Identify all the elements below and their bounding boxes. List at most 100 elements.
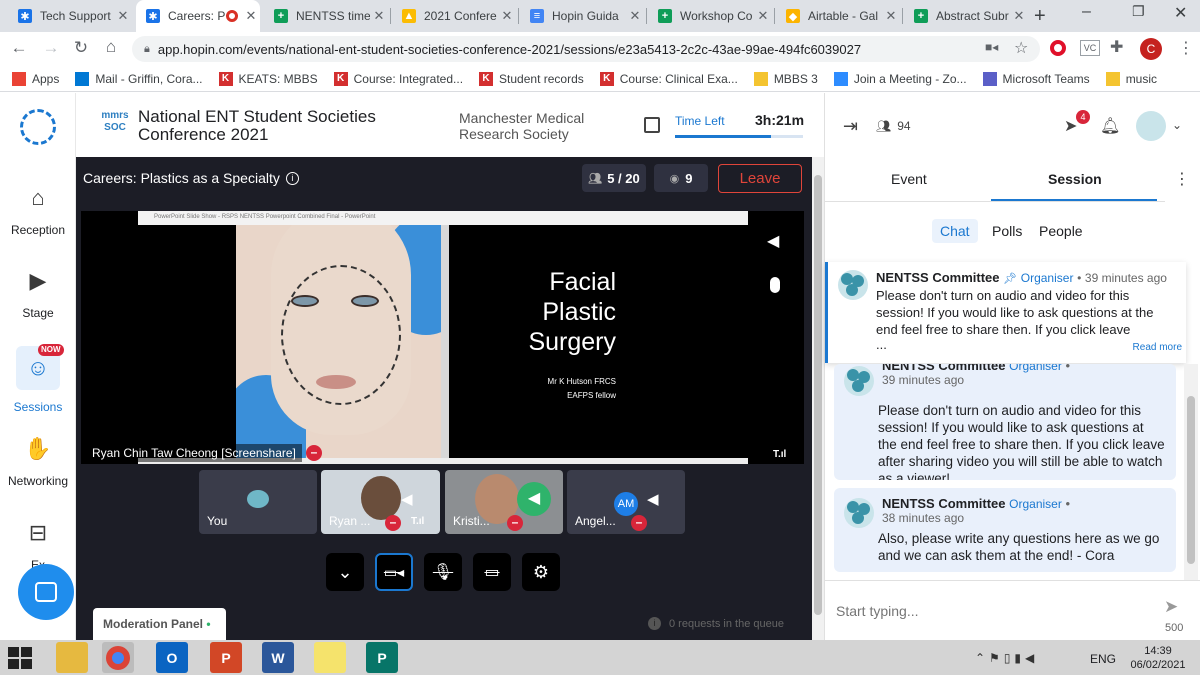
calendar-icon[interactable] bbox=[644, 117, 660, 133]
bookmark-item[interactable]: Apps bbox=[12, 71, 59, 86]
chat-scrollbar[interactable] bbox=[1184, 364, 1198, 580]
stage-scrollbar[interactable] bbox=[812, 157, 824, 640]
publisher-icon[interactable]: P bbox=[366, 642, 398, 673]
bookmark-item[interactable]: music bbox=[1105, 71, 1157, 86]
address-bar[interactable]: 🔒︎ app.hopin.com/events/national-ent-stu… bbox=[132, 36, 1040, 62]
powerpoint-icon[interactable]: P bbox=[210, 642, 242, 673]
remove-screenshare-icon[interactable]: – bbox=[306, 445, 322, 461]
windows-start-icon[interactable] bbox=[8, 647, 32, 669]
bookmark-item[interactable]: K Student records bbox=[479, 71, 584, 86]
collapse-panel-icon[interactable]: ⇥ bbox=[843, 116, 858, 137]
window-restore-button[interactable]: ❐ bbox=[1132, 3, 1145, 20]
browser-tab[interactable]: ▲ 2021 Confere ✕ bbox=[392, 0, 516, 32]
participant-tile-kristi[interactable]: ◀ Kristi... – bbox=[445, 470, 563, 534]
remove-participant-icon[interactable]: – bbox=[385, 515, 401, 531]
browser-tab[interactable]: ✱ Tech Support ✕ bbox=[8, 0, 132, 32]
reload-icon[interactable]: ↻ bbox=[70, 38, 92, 58]
browser-menu-icon[interactable]: ⋮ bbox=[1178, 38, 1194, 58]
panel-menu-icon[interactable]: ⋮ bbox=[1174, 169, 1190, 189]
window-close-button[interactable]: ✕ bbox=[1174, 3, 1187, 23]
remove-participant-icon[interactable]: – bbox=[507, 515, 523, 531]
pinned-ellipsis: ... bbox=[876, 337, 887, 352]
tab-close-icon[interactable]: ✕ bbox=[498, 8, 516, 24]
tab-close-icon[interactable]: ✕ bbox=[882, 8, 900, 24]
time-left-label: Time Left bbox=[675, 114, 725, 128]
window-minimize-button[interactable]: – bbox=[1082, 3, 1091, 21]
bookmark-item[interactable]: MBBS 3 bbox=[753, 71, 818, 86]
info-icon[interactable]: i bbox=[285, 171, 299, 185]
back-icon[interactable]: ← bbox=[8, 38, 30, 58]
bookmark-item[interactable]: Mail - Griffin, Cora... bbox=[75, 71, 203, 86]
chat-support-button[interactable] bbox=[18, 564, 74, 620]
subtab-people[interactable]: People bbox=[1039, 223, 1083, 239]
clock[interactable]: 14:39 06/02/2021 bbox=[1128, 644, 1188, 672]
browser-tab[interactable]: ≡ Hopin Guida ✕ bbox=[520, 0, 644, 32]
moderation-panel-tab[interactable]: Moderation Panel • bbox=[93, 608, 226, 640]
opera-extension-icon[interactable] bbox=[1050, 40, 1066, 56]
tab-session[interactable]: Session bbox=[1048, 171, 1102, 187]
profile-avatar[interactable]: C bbox=[1140, 38, 1162, 60]
tab-close-icon[interactable]: ✕ bbox=[370, 8, 388, 24]
screenshare-label: Ryan Chin Taw Cheong [Screenshare] bbox=[86, 444, 302, 462]
forward-icon[interactable]: → bbox=[40, 38, 62, 58]
browser-tab[interactable]: + Abstract Subr ✕ bbox=[904, 0, 1028, 32]
bookmark-star-icon[interactable]: ☆ bbox=[1014, 38, 1028, 58]
user-avatar[interactable] bbox=[1136, 111, 1166, 141]
settings-button[interactable]: ⚙ bbox=[522, 553, 560, 591]
send-icon[interactable]: ➤ bbox=[1164, 597, 1178, 617]
tab-close-icon[interactable]: ✕ bbox=[242, 8, 260, 24]
browser-tab[interactable]: ◆ Airtable - Gal ✕ bbox=[776, 0, 900, 32]
outlook-icon[interactable]: O bbox=[156, 642, 188, 673]
camera-off-button[interactable]: ▭◂ bbox=[375, 553, 413, 591]
scrollbar-thumb[interactable] bbox=[1187, 396, 1195, 564]
collapse-chevron-button[interactable]: ⌄ bbox=[326, 553, 364, 591]
nav-item-sessions[interactable]: ☺ NOW Sessions bbox=[0, 344, 76, 414]
nav-item-reception[interactable]: ⌂ Reception bbox=[0, 185, 76, 237]
tab-close-icon[interactable]: ✕ bbox=[114, 8, 132, 24]
subtab-chat[interactable]: Chat bbox=[932, 219, 978, 243]
tab-close-icon[interactable]: ✕ bbox=[626, 8, 644, 24]
browser-tab[interactable]: + NENTSS time ✕ bbox=[264, 0, 388, 32]
tab-close-icon[interactable]: ✕ bbox=[1010, 8, 1028, 24]
input-language[interactable]: ENG bbox=[1090, 652, 1116, 666]
tab-close-icon[interactable]: ✕ bbox=[754, 8, 772, 24]
extensions-puzzle-icon[interactable]: ✚ bbox=[1110, 37, 1123, 57]
word-icon[interactable]: W bbox=[262, 642, 294, 673]
home-icon[interactable]: ⌂ bbox=[100, 37, 122, 57]
bookmark-item[interactable]: Join a Meeting - Zo... bbox=[833, 71, 967, 86]
sticky-notes-icon[interactable] bbox=[314, 642, 346, 673]
new-tab-button[interactable]: + bbox=[1034, 5, 1046, 28]
bookmark-item[interactable]: K Course: Clinical Exa... bbox=[599, 71, 738, 86]
chevron-down-icon[interactable]: ⌄ bbox=[1172, 118, 1182, 132]
mic-off-button[interactable]: 🎙︎ bbox=[424, 553, 462, 591]
browser-tab[interactable]: ✱ Careers: P ✕ bbox=[136, 0, 260, 32]
tab-favicon-icon: + bbox=[274, 9, 288, 23]
vc-extension-icon[interactable]: VC bbox=[1080, 40, 1100, 56]
file-explorer-icon[interactable] bbox=[56, 642, 88, 673]
system-tray-icons[interactable]: ⌃⚑▯▮◀ bbox=[975, 651, 1038, 665]
remove-participant-icon[interactable]: – bbox=[631, 515, 647, 531]
chrome-icon[interactable] bbox=[102, 642, 134, 673]
tab-event[interactable]: Event bbox=[891, 171, 927, 187]
screenshare-off-button[interactable]: ▭ bbox=[473, 553, 511, 591]
session-title-text: Careers: Plastics as a Specialty bbox=[83, 170, 280, 186]
bookmark-item[interactable]: K Course: Integrated... bbox=[333, 71, 463, 86]
bookmark-item[interactable]: K KEATS: MBBS bbox=[218, 71, 318, 86]
hopin-logo[interactable] bbox=[20, 109, 56, 145]
participant-tile-you[interactable]: You bbox=[199, 470, 317, 534]
nav-item-stage[interactable]: ▶ Stage bbox=[0, 268, 76, 320]
microphone-icon[interactable] bbox=[770, 277, 780, 293]
leave-button[interactable]: Leave bbox=[718, 164, 802, 193]
bell-icon[interactable]: 🔔︎ bbox=[1100, 116, 1120, 136]
speaker-volume-icon[interactable]: ◀ bbox=[767, 231, 779, 251]
read-more-link[interactable]: Read more bbox=[1133, 342, 1182, 353]
nav-item-networking[interactable]: ✋ Networking bbox=[0, 436, 76, 488]
participant-tile-ryan[interactable]: ◀ Ryan ... – T.ıl bbox=[321, 470, 440, 534]
chat-input[interactable] bbox=[836, 596, 1136, 626]
camera-blocked-icon[interactable]: ■◂ bbox=[985, 40, 998, 54]
bookmark-item[interactable]: Microsoft Teams bbox=[982, 71, 1090, 86]
participant-tile-angel[interactable]: AM ◀ Angel... – bbox=[567, 470, 685, 534]
scrollbar-thumb[interactable] bbox=[814, 175, 822, 615]
subtab-polls[interactable]: Polls bbox=[992, 223, 1022, 239]
browser-tab[interactable]: + Workshop Co ✕ bbox=[648, 0, 772, 32]
